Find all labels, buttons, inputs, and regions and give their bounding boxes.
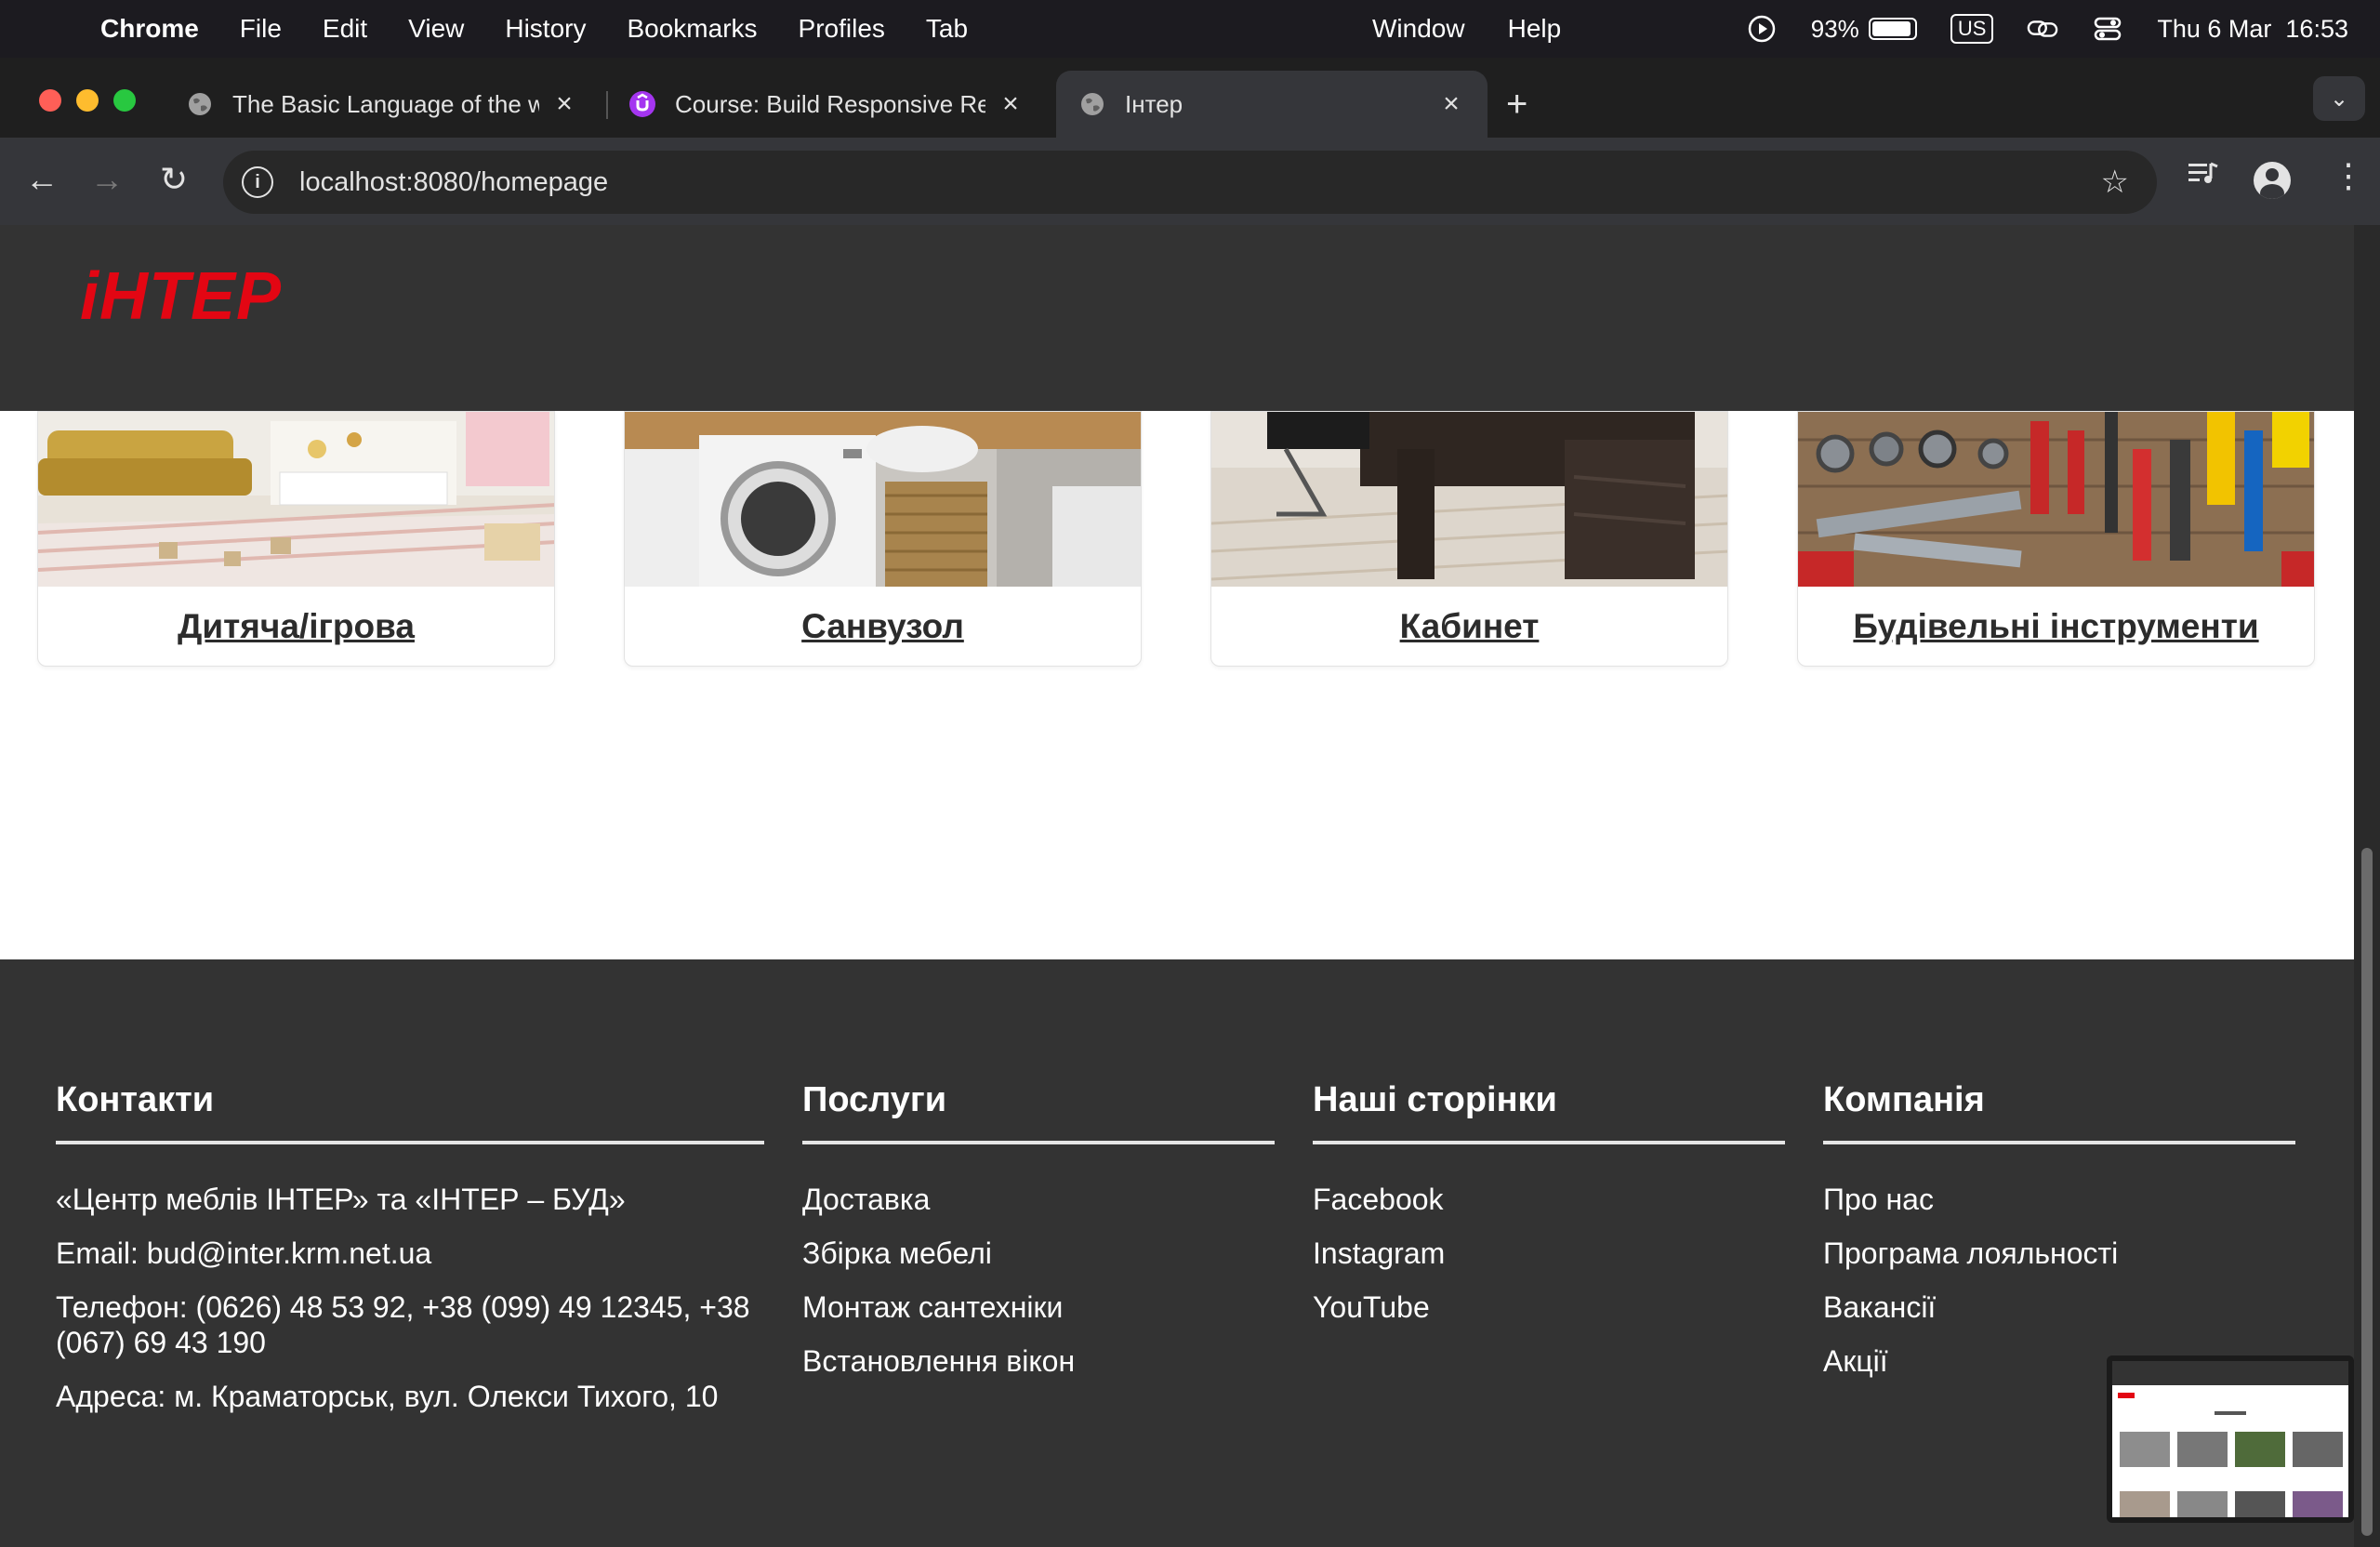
footer-contact-phone: Телефон: (0626) 48 53 92, +38 (099) 49 1… xyxy=(56,1290,750,1359)
control-center-icon[interactable] xyxy=(2092,13,2123,45)
footer-link-facebook[interactable]: Facebook xyxy=(1313,1182,1785,1217)
menu-profiles[interactable]: Profiles xyxy=(799,14,885,44)
menu-app-chrome[interactable]: Chrome xyxy=(100,14,199,44)
macos-menu-bar: Chrome File Edit View History Bookmarks … xyxy=(0,0,2380,58)
tab-close-icon[interactable]: × xyxy=(997,88,1025,120)
menu-view[interactable]: View xyxy=(408,14,464,44)
address-bar[interactable]: i localhost:8080/homepage ☆ xyxy=(223,151,2157,214)
footer-heading-contacts: Контакти xyxy=(56,1080,764,1144)
menu-bookmarks[interactable]: Bookmarks xyxy=(627,14,757,44)
footer-link-vacancies[interactable]: Вакансії xyxy=(1823,1289,2295,1325)
tab-close-icon[interactable]: × xyxy=(550,88,578,120)
tab-title: Course: Build Responsive Real xyxy=(675,89,985,118)
category-label-tools[interactable]: Будівельні інструменти xyxy=(1798,587,2314,666)
browser-toolbar: ← → ↻ i localhost:8080/homepage ☆ ⋮ xyxy=(0,138,2380,225)
link-icon[interactable] xyxy=(2027,13,2058,45)
category-card-tools[interactable]: Будівельні інструменти xyxy=(1797,411,2315,667)
globe-icon xyxy=(1078,90,1106,118)
back-arrow-icon[interactable]: ← xyxy=(19,156,65,203)
footer-heading-services: Послуги xyxy=(802,1080,1275,1144)
footer-contact-email[interactable]: Email: bud@inter.krm.net.ua xyxy=(56,1236,764,1271)
udemy-icon xyxy=(628,90,656,118)
office-image xyxy=(1211,412,1727,587)
footer-link-about[interactable]: Про нас xyxy=(1823,1182,2295,1217)
footer-heading-company: Компанія xyxy=(1823,1080,2295,1144)
kids-room-image xyxy=(38,412,554,587)
footer-link-delivery[interactable]: Доставка xyxy=(802,1182,1275,1217)
battery-status[interactable]: 93% xyxy=(1811,15,1917,44)
footer-link-loyalty[interactable]: Програма лояльності xyxy=(1823,1236,2295,1271)
footer-column-contacts: Контакти «Центр меблів ІНТЕР» та «ІНТЕР … xyxy=(56,1080,764,1433)
footer-link-windows[interactable]: Встановлення вікон xyxy=(802,1343,1275,1379)
inter-logo[interactable]: іНТЕР xyxy=(80,258,282,335)
footer-link-instagram[interactable]: Instagram xyxy=(1313,1236,1785,1271)
menu-history[interactable]: History xyxy=(505,14,586,44)
category-card-office[interactable]: Кабинет xyxy=(1210,411,1728,667)
battery-percent: 93% xyxy=(1810,14,1859,43)
category-card-kids[interactable]: Дитяча/ігрова xyxy=(37,411,555,667)
footer-heading-pages: Наші сторінки xyxy=(1313,1080,1785,1144)
page-viewport: іНТЕР Дитяча/ігрова Санвузол Кабинет Буд… xyxy=(0,225,2354,1547)
url-text[interactable]: localhost:8080/homepage xyxy=(299,167,608,198)
forward-arrow-icon[interactable]: → xyxy=(84,156,130,203)
footer-column-company: Компанія Про нас Програма лояльності Вак… xyxy=(1823,1080,2295,1397)
clock[interactable]: Thu 6 Mar 16:53 xyxy=(2157,15,2348,44)
menu-edit[interactable]: Edit xyxy=(323,14,367,44)
footer-link-youtube[interactable]: YouTube xyxy=(1313,1289,1785,1325)
site-info-icon[interactable]: i xyxy=(242,166,273,198)
bathroom-image xyxy=(625,412,1141,587)
reload-icon[interactable]: ↻ xyxy=(151,156,197,203)
tab-basic-language[interactable]: The Basic Language of the web × xyxy=(164,71,601,138)
category-cards: Дитяча/ігрова Санвузол Кабинет Будівельн… xyxy=(0,411,2354,894)
browser-window-chrome: The Basic Language of the web × Course: … xyxy=(0,58,2380,225)
tab-close-icon[interactable]: × xyxy=(1437,88,1465,120)
media-play-icon[interactable] xyxy=(1746,13,1778,45)
site-header: іНТЕР xyxy=(0,225,2354,411)
battery-icon xyxy=(1868,18,1917,40)
footer-column-pages: Наші сторінки Facebook Instagram YouTube xyxy=(1313,1080,1785,1343)
bookmark-star-icon[interactable]: ☆ xyxy=(2101,164,2129,201)
input-source-indicator[interactable]: US xyxy=(1950,14,1994,44)
screenshot-thumbnail-preview[interactable] xyxy=(2107,1355,2354,1523)
page-scrollbar[interactable] xyxy=(2354,225,2380,1547)
new-tab-icon[interactable]: + xyxy=(1506,86,1527,123)
category-label-bathroom[interactable]: Санвузол xyxy=(625,587,1141,666)
minimize-window-button[interactable] xyxy=(76,89,99,112)
tab-strip: The Basic Language of the web × Course: … xyxy=(0,58,2380,138)
category-label-kids[interactable]: Дитяча/ігрова xyxy=(38,587,554,666)
globe-icon xyxy=(186,90,214,118)
footer-link-plumbing[interactable]: Монтаж сантехніки xyxy=(802,1289,1275,1325)
maximize-window-button[interactable] xyxy=(113,89,136,112)
menu-window[interactable]: Window xyxy=(1372,14,1465,44)
footer-column-services: Послуги Доставка Збірка мебелі Монтаж са… xyxy=(802,1080,1275,1397)
footer-contact-company: «Центр меблів ІНТЕР» та «ІНТЕР – БУД» xyxy=(56,1183,626,1216)
tab-title: The Basic Language of the web xyxy=(232,89,539,118)
menu-file[interactable]: File xyxy=(240,14,282,44)
scrollbar-thumb[interactable] xyxy=(2361,848,2373,1536)
footer-link-assembly[interactable]: Збірка мебелі xyxy=(802,1236,1275,1271)
menu-help[interactable]: Help xyxy=(1508,14,1562,44)
more-menu-icon[interactable]: ⋮ xyxy=(2332,156,2365,195)
tab-title: Інтер xyxy=(1125,89,1183,118)
menu-tab[interactable]: Tab xyxy=(926,14,968,44)
tab-inter-active[interactable]: Інтер × xyxy=(1056,71,1488,138)
site-footer: Контакти «Центр меблів ІНТЕР» та «ІНТЕР … xyxy=(0,959,2354,1547)
category-label-office[interactable]: Кабинет xyxy=(1211,587,1727,666)
reading-list-icon[interactable] xyxy=(2187,160,2220,195)
tab-search-chevron-icon[interactable]: ⌄ xyxy=(2313,76,2365,121)
category-card-bathroom[interactable]: Санвузол xyxy=(624,411,1142,667)
battery-fill xyxy=(1871,21,1911,36)
close-window-button[interactable] xyxy=(39,89,61,112)
footer-contact-address: Адреса: м. Краматорськ, вул. Олекси Тихо… xyxy=(56,1380,719,1413)
tab-course[interactable]: Course: Build Responsive Real × xyxy=(606,71,1047,138)
tools-image xyxy=(1798,412,2314,587)
profile-avatar-icon[interactable] xyxy=(2254,162,2291,199)
